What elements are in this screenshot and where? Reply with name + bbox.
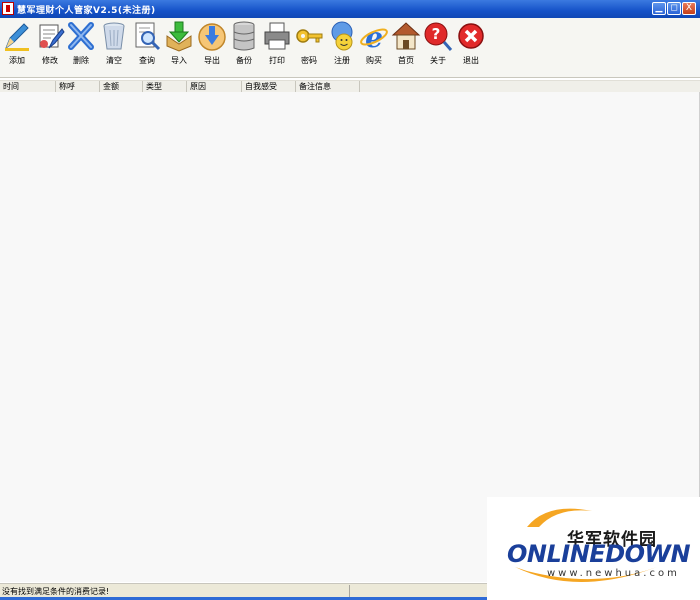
column-header-feeling[interactable]: 自我感受 (242, 81, 296, 92)
database-icon (233, 21, 255, 51)
exit-button[interactable]: 退出 (455, 20, 487, 75)
close-button[interactable]: X (682, 2, 696, 15)
search-document-icon (135, 22, 161, 51)
print-label: 打印 (269, 56, 285, 65)
toolbar: 添加 修改 删除 清空 查询 导入 导出 备份 打印 密码 注册 e 购买 首页… (0, 18, 700, 78)
home-icon (391, 22, 421, 50)
help-icon: ? (424, 22, 453, 51)
search-label: 查询 (139, 56, 155, 65)
buy-button[interactable]: e 购买 (358, 20, 390, 75)
ie-browser-icon: e (360, 21, 388, 52)
column-header-type[interactable]: 类型 (143, 81, 187, 92)
delete-label: 删除 (73, 56, 89, 65)
delete-button[interactable]: 删除 (65, 20, 97, 75)
delete-x-icon (68, 22, 94, 50)
register-label: 注册 (334, 56, 350, 65)
watermark-brand: ONLINEDOWN (507, 540, 691, 568)
search-button[interactable]: 查询 (131, 20, 163, 75)
export-icon (198, 23, 226, 51)
import-icon (166, 21, 192, 52)
register-icon (331, 21, 353, 51)
title-bar: 慧军理财个人管家V2.5(未注册) ▁ ◻ X (0, 0, 700, 18)
homepage-button[interactable]: 首页 (390, 20, 422, 75)
svg-text:?: ? (432, 25, 441, 43)
import-label: 导入 (171, 56, 187, 65)
backup-button[interactable]: 备份 (228, 20, 260, 75)
clear-label: 清空 (106, 56, 122, 65)
column-header-reason[interactable]: 原因 (187, 81, 242, 92)
exit-label: 退出 (463, 56, 479, 65)
edit-icon (39, 24, 65, 49)
watermark-logo: 华军软件园 ONLINEDOWN www.newhua.com (487, 497, 700, 600)
backup-label: 备份 (236, 56, 252, 65)
svg-text:e: e (365, 21, 383, 52)
status-divider (349, 585, 350, 597)
status-message: 没有找到满足条件的消费记录! (2, 587, 110, 596)
edit-button[interactable]: 修改 (34, 20, 66, 75)
homepage-label: 首页 (398, 56, 414, 65)
password-label: 密码 (301, 56, 317, 65)
password-button[interactable]: 密码 (293, 20, 325, 75)
printer-icon (264, 22, 290, 50)
app-icon[interactable] (2, 2, 14, 15)
about-label: 关于 (430, 56, 446, 65)
column-header-name[interactable]: 称呼 (56, 81, 100, 92)
key-icon (296, 29, 323, 43)
column-header-notes[interactable]: 备注信息 (296, 81, 360, 92)
maximize-button[interactable]: ◻ (667, 2, 681, 15)
trash-can-icon (103, 22, 125, 50)
print-button[interactable]: 打印 (261, 20, 293, 75)
add-label: 添加 (9, 56, 25, 65)
clear-button[interactable]: 清空 (98, 20, 130, 75)
add-button[interactable]: 添加 (1, 20, 33, 75)
minimize-button[interactable]: ▁ (652, 2, 666, 15)
column-header-amount[interactable]: 金额 (100, 81, 143, 92)
exit-icon (458, 23, 484, 49)
add-pencil-icon (4, 23, 29, 51)
window-title: 慧军理财个人管家V2.5(未注册) (17, 6, 156, 16)
export-button[interactable]: 导出 (196, 20, 228, 75)
edit-label: 修改 (42, 56, 58, 65)
watermark-url: www.newhua.com (547, 568, 680, 579)
import-button[interactable]: 导入 (163, 20, 195, 75)
buy-label: 购买 (366, 56, 382, 65)
about-button[interactable]: ? 关于 (422, 20, 454, 75)
export-label: 导出 (204, 56, 220, 65)
register-button[interactable]: 注册 (326, 20, 358, 75)
column-header-time[interactable]: 时间 (0, 81, 56, 92)
